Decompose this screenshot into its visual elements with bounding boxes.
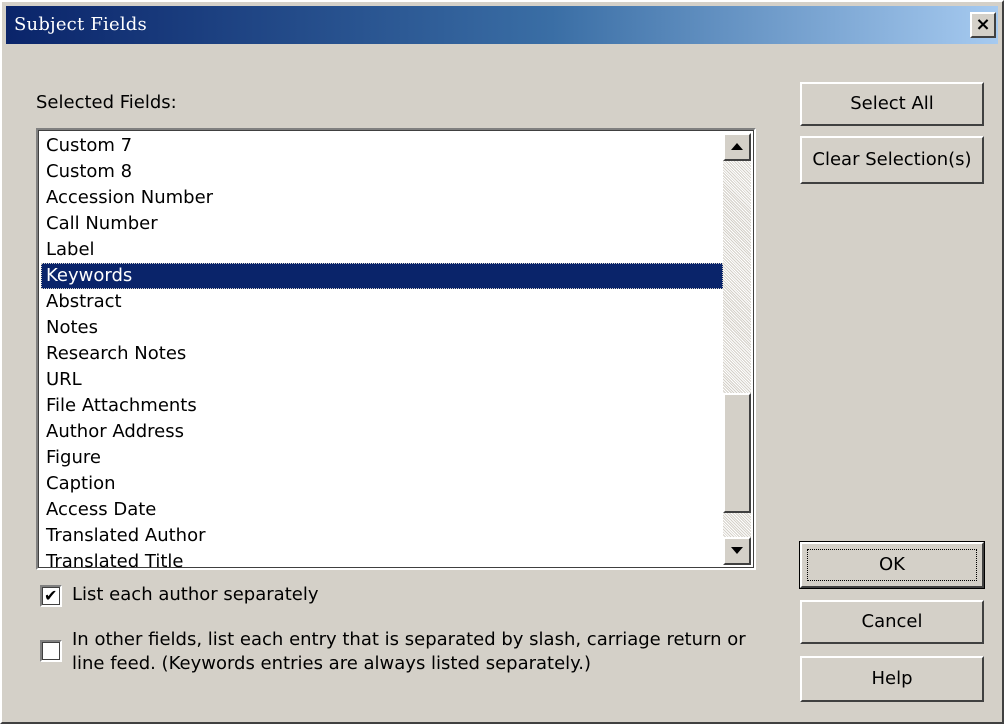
selected-fields-list[interactable]: Custom 7 Custom 8 Accession Number Call Num… [41,133,723,568]
arrow-down-icon [731,547,743,554]
list-item[interactable]: Notes [41,315,723,341]
list-item[interactable]: Figure [41,445,723,471]
window-title: Subject Fields [14,14,147,35]
cancel-button[interactable]: Cancel [800,600,984,644]
list-item[interactable]: Caption [41,471,723,497]
scrollbar-thumb[interactable] [723,393,751,513]
subject-fields-dialog: Subject Fields × Selected Fields: Custom… [0,0,1004,724]
list-item[interactable]: Abstract [41,289,723,315]
title-bar[interactable]: Subject Fields × [6,6,998,44]
list-item[interactable]: File Attachments [41,393,723,419]
list-entries-label: In other fields, list each entry that is… [72,629,746,674]
list-item[interactable]: Access Date [41,497,723,523]
selected-fields-label: Selected Fields: [36,92,177,113]
list-item[interactable]: URL [41,367,723,393]
checkmark-icon: ✔ [44,586,58,605]
list-item[interactable]: Author Address [41,419,723,445]
focus-rect [807,549,977,581]
list-item[interactable]: Translated Title [41,549,723,568]
list-item[interactable]: Custom 7 [41,133,723,159]
arrow-up-icon [731,143,743,150]
list-authors-checkbox[interactable]: ✔ [40,585,62,607]
list-item[interactable]: Translated Author [41,523,723,549]
list-item[interactable]: Label [41,237,723,263]
list-item[interactable]: Custom 8 [41,159,723,185]
select-all-button[interactable]: Select All [800,82,984,126]
close-x-icon: × [975,14,991,35]
scroll-down-button[interactable] [723,537,751,565]
list-entries-checkbox[interactable]: ✔ [40,640,62,662]
scroll-up-button[interactable] [723,133,751,161]
help-button[interactable]: Help [800,656,984,702]
list-item[interactable]: Keywords [41,263,723,289]
list-item[interactable]: Accession Number [41,185,723,211]
list-item[interactable]: Research Notes [41,341,723,367]
list-item[interactable]: Call Number [41,211,723,237]
clear-selection-button[interactable]: Clear Selection(s) [800,136,984,184]
listbox-scrollbar[interactable] [723,133,751,565]
list-authors-label: List each author separately [72,584,319,605]
close-button[interactable]: × [970,12,996,38]
ok-button[interactable]: OK [799,541,985,589]
selected-fields-listbox[interactable]: Custom 7 Custom 8 Accession Number Call Num… [36,128,756,570]
